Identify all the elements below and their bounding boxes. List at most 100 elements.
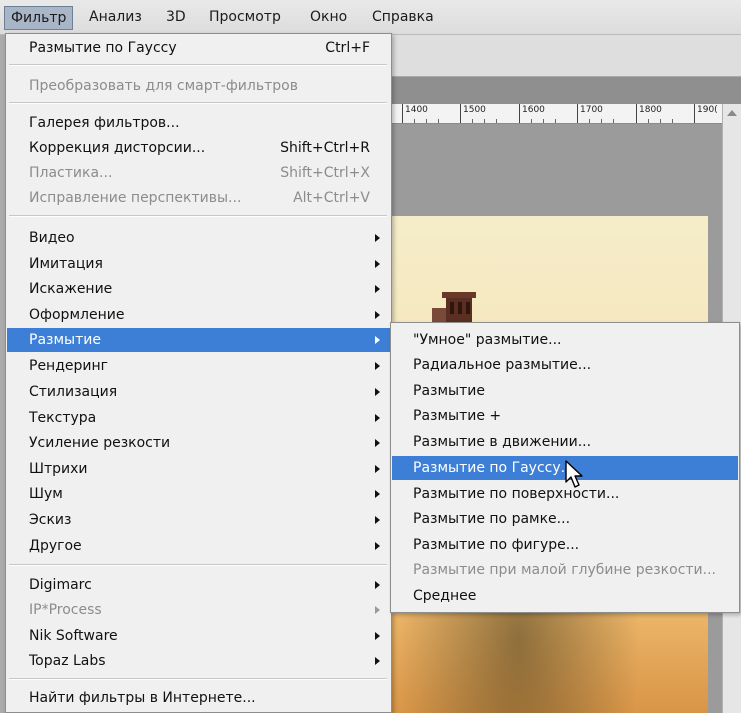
submenu-brush-strokes[interactable]: Штрихи — [7, 457, 390, 481]
ruler-label: 1700 — [580, 105, 603, 115]
menu-item-label: Шум — [29, 486, 63, 502]
menu-item-label: Другое — [29, 538, 82, 554]
lens-blur-item[interactable]: Размытие при малой глубине резкости... — [392, 558, 738, 582]
submenu-sharpen[interactable]: Усиление резкости — [7, 431, 390, 455]
submenu-arrow-icon — [375, 657, 380, 665]
menu-item-label: "Умное" размытие... — [413, 332, 562, 348]
ruler-label: 1800 — [639, 105, 662, 115]
menu-item-label: Оформление — [29, 307, 125, 323]
menu-help[interactable]: Справка — [372, 6, 434, 30]
submenu-arrow-icon — [375, 465, 380, 473]
liquify-item[interactable]: Пластика... Shift+Ctrl+X — [7, 161, 390, 185]
submenu-arrow-icon — [375, 388, 380, 396]
submenu-video[interactable]: Видео — [7, 226, 390, 250]
menu-item-label: Nik Software — [29, 628, 118, 644]
menu-separator — [9, 678, 387, 680]
submenu-arrow-icon — [375, 260, 380, 268]
menu-item-label: Topaz Labs — [29, 653, 106, 669]
submenu-arrow-icon — [375, 542, 380, 550]
menu-item-label: Размытие по Гауссу... — [413, 460, 574, 476]
submenu-stylize[interactable]: Стилизация — [7, 380, 390, 404]
shape-blur-item[interactable]: Размытие по фигуре... — [392, 533, 738, 557]
blur-item[interactable]: Размытие — [392, 379, 738, 403]
submenu-arrow-icon — [375, 581, 380, 589]
menu-item-shortcut: Shift+Ctrl+R — [280, 140, 370, 156]
ruler-label: 190( — [697, 105, 718, 115]
menu-item-label: Пластика... — [29, 165, 113, 181]
submenu-arrow-icon — [375, 414, 380, 422]
submenu-artistic[interactable]: Имитация — [7, 252, 390, 276]
submenu-other[interactable]: Другое — [7, 534, 390, 558]
ruler-label: 1400 — [405, 105, 428, 115]
radial-blur-item[interactable]: Радиальное размытие... — [392, 353, 738, 377]
submenu-distort[interactable]: Искажение — [7, 277, 390, 301]
menu-item-label: Размытие по Гауссу — [29, 40, 177, 56]
submenu-arrow-icon — [375, 439, 380, 447]
menu-item-shortcut: Alt+Ctrl+V — [293, 190, 370, 206]
ruler-label: 1500 — [463, 105, 486, 115]
submenu-arrow-icon — [375, 632, 380, 640]
menu-separator — [9, 64, 387, 66]
submenu-ipprocess[interactable]: IP*Process — [7, 598, 390, 622]
average-item[interactable]: Среднее — [392, 584, 738, 608]
menu-item-label: Эскиз — [29, 512, 72, 528]
menu-item-label: Digimarc — [29, 577, 92, 593]
menu-item-label: Размытие по рамке... — [413, 511, 571, 527]
menu-item-label: Усиление резкости — [29, 435, 171, 451]
submenu-noise[interactable]: Шум — [7, 482, 390, 506]
menu-separator — [9, 102, 387, 104]
blur-more-item[interactable]: Размытие + — [392, 404, 738, 428]
submenu-arrow-icon — [375, 606, 380, 614]
menu-item-label: Найти фильтры в Интернете... — [29, 690, 256, 706]
horizontal-ruler: 1400 1500 1600 1700 1800 190( — [392, 104, 722, 124]
menu-window[interactable]: Окно — [310, 6, 347, 30]
menu-item-label: Видео — [29, 230, 75, 246]
menu-item-label: Коррекция дисторсии... — [29, 140, 206, 156]
menu-view[interactable]: Просмотр — [209, 6, 281, 30]
lens-correction-item[interactable]: Коррекция дисторсии... Shift+Ctrl+R — [7, 136, 390, 160]
submenu-topaz-labs[interactable]: Topaz Labs — [7, 649, 390, 673]
menu-analysis[interactable]: Анализ — [89, 6, 142, 30]
menu-separator — [9, 215, 387, 217]
smart-blur-item[interactable]: "Умное" размытие... — [392, 328, 738, 352]
menu-item-label: Радиальное размытие... — [413, 357, 592, 373]
filter-gallery-item[interactable]: Галерея фильтров... — [7, 111, 390, 135]
scroll-up-icon[interactable] — [727, 110, 737, 116]
vanishing-point-item[interactable]: Исправление перспективы... Alt+Ctrl+V — [7, 186, 390, 210]
menu-item-label: Штрихи — [29, 461, 88, 477]
submenu-digimarc[interactable]: Digimarc — [7, 573, 390, 597]
menu-item-label: Размытие — [413, 383, 485, 399]
menu-item-label: Размытие по поверхности... — [413, 486, 620, 502]
submenu-arrow-icon — [375, 516, 380, 524]
menu-3d[interactable]: 3D — [166, 6, 186, 30]
menu-separator — [9, 564, 387, 566]
submenu-pixelate[interactable]: Оформление — [7, 303, 390, 327]
menu-item-shortcut: Ctrl+F — [325, 40, 370, 56]
submenu-render[interactable]: Рендеринг — [7, 354, 390, 378]
menu-item-label: Текстура — [29, 410, 97, 426]
document-tab-strip — [380, 77, 741, 104]
browse-filters-online-item[interactable]: Найти фильтры в Интернете... — [7, 686, 390, 710]
motion-blur-item[interactable]: Размытие в движении... — [392, 430, 738, 454]
submenu-sketch[interactable]: Эскиз — [7, 508, 390, 532]
submenu-texture[interactable]: Текстура — [7, 406, 390, 430]
submenu-blur[interactable]: Размытие — [7, 328, 390, 352]
menu-item-label: Размытие по фигуре... — [413, 537, 580, 553]
menu-item-label: Имитация — [29, 256, 103, 272]
menu-item-label: Стилизация — [29, 384, 118, 400]
last-filter-item[interactable]: Размытие по Гауссу Ctrl+F — [7, 36, 390, 60]
menu-item-label: Размытие + — [413, 408, 502, 424]
mouse-cursor-icon — [565, 460, 583, 488]
menu-item-shortcut: Shift+Ctrl+X — [280, 165, 370, 181]
menu-item-label: Искажение — [29, 281, 113, 297]
submenu-nik-software[interactable]: Nik Software — [7, 624, 390, 648]
convert-smart-filters-item[interactable]: Преобразовать для смарт-фильтров — [7, 74, 390, 98]
menu-item-label: Размытие при малой глубине резкости... — [413, 562, 716, 578]
box-blur-item[interactable]: Размытие по рамке... — [392, 507, 738, 531]
menu-filter[interactable]: Фильтр — [4, 6, 74, 30]
submenu-arrow-icon — [375, 285, 380, 293]
menu-item-label: Преобразовать для смарт-фильтров — [29, 78, 298, 94]
ruler-label: 1600 — [522, 105, 545, 115]
menu-item-label: Рендеринг — [29, 358, 108, 374]
menu-item-label: IP*Process — [29, 602, 102, 618]
